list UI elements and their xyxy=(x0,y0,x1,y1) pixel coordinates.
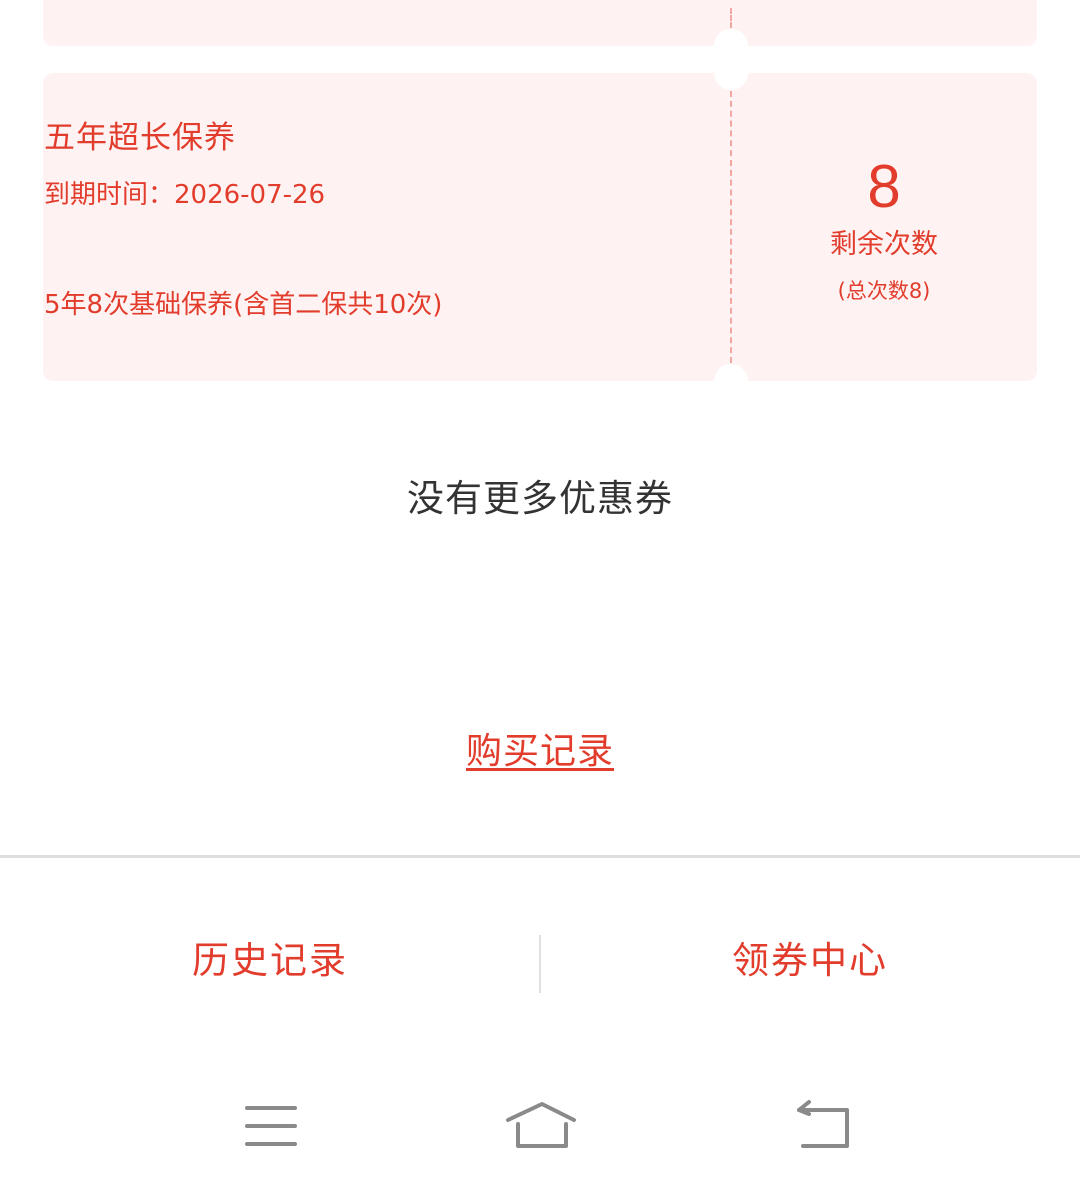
purchase-record-link-container: 购买记录 xyxy=(0,722,1080,774)
coupon-total-count: (总次数8) xyxy=(837,279,931,303)
bottom-tab-bar: 历史记录 领券中心 xyxy=(0,855,1080,1058)
coupon-remaining-label: 剩余次数 xyxy=(830,229,938,260)
menu-icon[interactable] xyxy=(231,1098,311,1158)
coupon-expire-date: 到期时间：2026-07-26 xyxy=(44,180,326,210)
coupon-title: 五年超长保养 xyxy=(44,120,236,156)
coupon-notch xyxy=(714,364,748,398)
coupon-notch xyxy=(714,56,748,90)
tab-coupon-center[interactable]: 领券中心 xyxy=(540,930,1080,984)
coupon-card-right xyxy=(731,0,1037,46)
back-icon[interactable] xyxy=(785,1098,865,1158)
page: 五年超长保养 到期时间：2026-07-26 5年8次基础保养(含首二保共10次… xyxy=(0,0,1080,1189)
coupon-remaining-count: 8 xyxy=(867,153,901,220)
coupon-description: 5年8次基础保养(含首二保共10次) xyxy=(44,290,443,320)
system-navigation-bar xyxy=(0,1058,1080,1189)
coupon-card-left xyxy=(43,0,731,46)
purchase-record-link[interactable]: 购买记录 xyxy=(466,731,614,772)
coupon-card-previous[interactable] xyxy=(43,0,1037,63)
tab-history-records[interactable]: 历史记录 xyxy=(0,930,540,984)
coupon-perforation xyxy=(730,8,732,28)
home-icon[interactable] xyxy=(502,1098,582,1158)
no-more-coupons-text: 没有更多优惠券 xyxy=(407,477,673,520)
coupon-perforation xyxy=(730,91,732,363)
